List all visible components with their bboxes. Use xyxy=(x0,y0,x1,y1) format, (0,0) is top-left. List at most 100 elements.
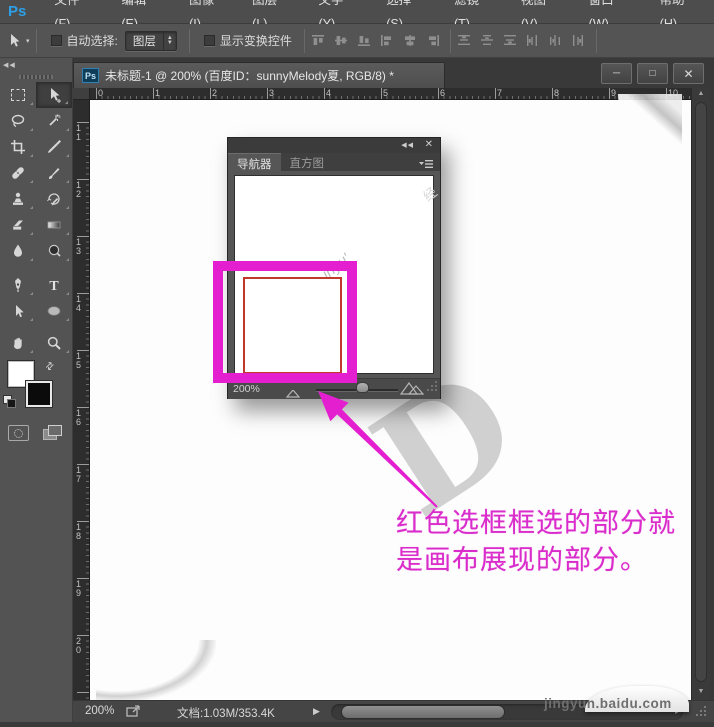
photoshop-window: Ps 文件(F)编辑(E)图像(I)图层(L)文字(Y)选择(S)滤镜(T)视图… xyxy=(0,0,714,727)
stepper-icon[interactable]: ▲▼ xyxy=(163,32,176,50)
align-top-edges-icon[interactable] xyxy=(311,34,325,47)
swap-colors-icon[interactable]: ⇄ xyxy=(43,360,57,374)
scroll-up-icon[interactable]: ▲ xyxy=(692,90,710,97)
magic-wand-tool[interactable] xyxy=(36,108,72,134)
gradient-tool[interactable] xyxy=(36,212,72,238)
type-tool[interactable]: T xyxy=(36,272,72,298)
move-tool-preset[interactable]: ▾ xyxy=(7,33,30,49)
quick-mask-button[interactable] xyxy=(8,425,29,441)
default-colors-icon[interactable] xyxy=(3,395,17,409)
bandage-icon xyxy=(10,165,26,181)
align-horizontal-centers-icon[interactable] xyxy=(403,34,417,47)
distribute-bottom-edges-icon[interactable] xyxy=(503,34,517,47)
ruler-number: 12 xyxy=(76,181,83,238)
tab-histogram[interactable]: 直方图 xyxy=(281,153,334,171)
ruler-number: 17 xyxy=(76,466,83,523)
chevron-down-icon: ▾ xyxy=(26,37,30,45)
ruler-number: 15 xyxy=(76,352,83,409)
panel-resize-grip-icon[interactable] xyxy=(426,379,438,397)
options-bar: ▾ 自动选择: 图层 ▲▼ 显示变换控件 xyxy=(0,24,714,58)
magnifier-icon xyxy=(46,335,62,351)
spot-healing-brush-tool[interactable] xyxy=(0,160,36,186)
app-logo: Ps xyxy=(8,3,26,20)
move-icon xyxy=(46,87,62,103)
eraser-tool[interactable] xyxy=(0,212,36,238)
background-color-swatch[interactable] xyxy=(26,381,52,407)
align-left-edges-icon[interactable] xyxy=(380,34,394,47)
distribute-top-edges-icon[interactable] xyxy=(457,34,471,47)
status-flyout-icon[interactable] xyxy=(126,705,141,721)
ruler-corner xyxy=(73,88,90,100)
clone-stamp-tool[interactable] xyxy=(0,186,36,212)
window-right-edge xyxy=(710,58,714,727)
scroll-down-icon[interactable]: ▼ xyxy=(692,688,710,695)
brush-tool[interactable] xyxy=(36,160,72,186)
svg-text:T: T xyxy=(49,279,59,293)
history-brush-tool[interactable] xyxy=(36,186,72,212)
horizontal-scrollbar-thumb[interactable] xyxy=(341,705,505,719)
minimize-button[interactable]: ─ xyxy=(601,63,632,84)
distribute-left-edges-icon[interactable] xyxy=(526,34,540,47)
zoom-tool[interactable] xyxy=(36,330,72,356)
ruler-number: 6 xyxy=(440,88,497,98)
panel-grip[interactable] xyxy=(0,71,72,82)
auto-select-checkbox[interactable] xyxy=(51,35,62,46)
navigator-zoom-field[interactable]: 200% xyxy=(233,383,260,395)
hand-icon xyxy=(10,335,26,351)
align-vertical-centers-icon[interactable] xyxy=(334,34,348,47)
ellipse-icon xyxy=(46,303,62,319)
ruler-number: 5 xyxy=(383,88,440,98)
close-button[interactable]: ✕ xyxy=(673,63,704,84)
navigator-tabs: 导航器 直方图 xyxy=(228,153,440,171)
lasso-tool[interactable] xyxy=(0,108,36,134)
panel-close-icon[interactable]: ✕ xyxy=(425,139,433,150)
gradient-icon xyxy=(46,217,62,233)
status-menu-arrow-icon[interactable]: ▶ xyxy=(313,706,320,717)
crop-tool[interactable] xyxy=(0,134,36,160)
distribute-horizontal-centers-icon[interactable] xyxy=(549,34,563,47)
panel-collapse-button[interactable]: ◀◀ xyxy=(0,58,72,71)
tool-grid: T xyxy=(0,82,72,356)
tab-navigator[interactable]: 导航器 xyxy=(228,153,281,171)
navigator-titlebar[interactable]: ◀◀ ✕ xyxy=(228,138,440,153)
eyedropper-icon xyxy=(46,139,62,155)
divider xyxy=(36,29,37,53)
eyedropper-tool[interactable] xyxy=(36,134,72,160)
vertical-ruler: 11121314151617181920 xyxy=(73,100,90,700)
path-selection-tool[interactable] xyxy=(0,298,36,324)
menu-items: 文件(F)编辑(E)图像(I)图层(L)文字(Y)选择(S)滤镜(T)视图(V)… xyxy=(40,0,714,23)
hand-tool[interactable] xyxy=(0,330,36,356)
zoom-out-mountain-icon[interactable] xyxy=(286,385,300,403)
vertical-scrollbar-thumb[interactable] xyxy=(695,102,707,682)
rectangular-marquee-tool[interactable] xyxy=(0,82,36,108)
panel-menu-icon[interactable] xyxy=(419,157,434,168)
show-transform-checkbox[interactable] xyxy=(204,35,215,46)
window-bottom-edge xyxy=(0,722,714,727)
maximize-button[interactable]: □ xyxy=(637,63,668,84)
dodge-tool[interactable] xyxy=(36,238,72,264)
zoom-level-field[interactable]: 200% xyxy=(85,705,114,717)
distribute-right-edges-icon[interactable] xyxy=(572,34,586,47)
panel-collapse-icon[interactable]: ◀◀ xyxy=(401,141,414,149)
ruler-number: 13 xyxy=(76,238,83,295)
zoom-in-mountain-icon[interactable] xyxy=(400,382,424,400)
ellipse-shape-tool[interactable] xyxy=(36,298,72,324)
resize-grip-icon[interactable] xyxy=(693,705,707,722)
screen-mode-button[interactable] xyxy=(43,425,63,441)
divider xyxy=(450,29,451,53)
align-right-edges-icon[interactable] xyxy=(426,34,440,47)
page-curl-bottom-left xyxy=(96,640,216,702)
pen-tool[interactable] xyxy=(0,272,36,298)
navigator-zoom-slider-thumb[interactable] xyxy=(356,382,369,393)
document-tab[interactable]: Ps 未标题-1 @ 200% (百度ID：sunnyMelody夏, RGB/… xyxy=(73,62,445,88)
eraser-icon xyxy=(10,217,26,233)
lasso-icon xyxy=(10,113,26,129)
ruler-number: 7 xyxy=(497,88,554,98)
move-tool[interactable] xyxy=(36,82,72,108)
blur-tool[interactable] xyxy=(0,238,36,264)
auto-select-dropdown[interactable]: 图层 ▲▼ xyxy=(125,31,177,51)
type-icon: T xyxy=(46,277,62,293)
vertical-scrollbar[interactable]: ▲ ▼ xyxy=(691,88,710,700)
distribute-vertical-centers-icon[interactable] xyxy=(480,34,494,47)
align-bottom-edges-icon[interactable] xyxy=(357,34,371,47)
